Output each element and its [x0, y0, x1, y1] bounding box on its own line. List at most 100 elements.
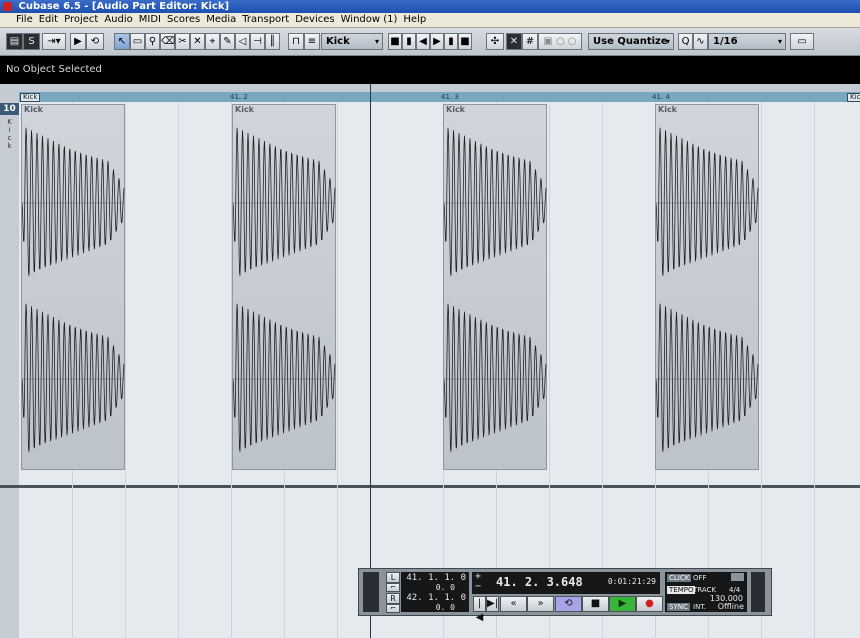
timestretch-tool-icon[interactable]: ║	[265, 33, 280, 50]
track-name-vertical: Kick	[7, 118, 12, 150]
cubase-app-icon	[3, 2, 12, 11]
event-name: Kick	[658, 105, 678, 114]
range-tool-icon[interactable]: ▭	[130, 33, 145, 50]
event-name: Kick	[446, 105, 466, 114]
autoscroll-icon[interactable]: ⇥▾	[42, 33, 66, 50]
punch-in-icon[interactable]: ⌐	[386, 583, 400, 592]
waveform	[444, 127, 547, 452]
record-button[interactable]: ●	[636, 596, 663, 612]
fast-forward-button[interactable]: »	[527, 596, 554, 612]
nudge-left-icon[interactable]: ◀	[416, 33, 430, 50]
event-name: Kick	[24, 105, 44, 114]
play-button[interactable]: ▶	[609, 596, 636, 612]
ruler-label: 41. 3	[441, 93, 459, 101]
snap-zero-icon[interactable]: ✣	[486, 33, 504, 50]
time-warp-tool-icon[interactable]: ⌖	[205, 33, 220, 50]
mute-tool-icon[interactable]: ✕	[190, 33, 205, 50]
menu-midi[interactable]: MIDI	[136, 13, 164, 27]
nudge-minus-icon[interactable]: −	[475, 581, 481, 592]
right-locator-button[interactable]: R	[386, 593, 400, 604]
ruler-label: 41. 4	[652, 93, 670, 101]
grid-line	[602, 102, 603, 638]
menu-devices[interactable]: Devices	[292, 13, 337, 27]
snap-toggle-icon[interactable]: ✕	[506, 33, 522, 50]
part-borders-icon[interactable]: ⊓	[288, 33, 304, 50]
window-title: Cubase 6.5 - [Audio Part Editor: Kick]	[18, 1, 230, 12]
window-layout-icon[interactable]: ▭	[790, 33, 814, 50]
waveform	[233, 127, 336, 452]
click-button[interactable]: CLICK	[667, 574, 692, 582]
click-state: OFF	[693, 574, 707, 582]
ruler[interactable]: Kick 41. 2 41. 3 41. 4 Kick	[19, 92, 860, 102]
draw-tool-icon[interactable]: ✎	[220, 33, 235, 50]
snap-type-icon[interactable]: ▣ ○ ○	[538, 33, 582, 50]
zoom-tool-icon[interactable]: ⚲	[145, 33, 160, 50]
click-settings-icon[interactable]	[731, 573, 744, 581]
audio-event[interactable]: Kick	[443, 104, 547, 470]
loop-icon[interactable]: ⟲	[86, 33, 104, 50]
quantize-icon[interactable]: Q	[678, 33, 693, 50]
cycle-button[interactable]: ⟲	[555, 596, 582, 612]
menu-bar: File Edit Project Audio MIDI Scores Media Trans…	[0, 13, 860, 28]
title-bar: Cubase 6.5 - [Audio Part Editor: Kick]	[0, 0, 860, 13]
inspector-toggle-icon[interactable]: ▤	[6, 33, 23, 50]
iterative-quantize-icon[interactable]: ∿	[693, 33, 708, 50]
left-locator-button[interactable]: L	[386, 572, 400, 583]
menu-audio[interactable]: Audio	[101, 13, 135, 27]
ruler-start-flag[interactable]: Kick	[20, 93, 41, 102]
transport-left-handle[interactable]	[363, 572, 379, 612]
menu-scores[interactable]: Scores	[164, 13, 203, 27]
stop-button[interactable]: ■	[582, 596, 609, 612]
erase-tool-icon[interactable]: ⌫	[160, 33, 175, 50]
locator-display[interactable]: 41. 1. 1. 0 0. 0 42. 1. 1. 0 0. 0	[401, 572, 469, 612]
click-tempo-sync-panel: CLICK OFF TEMPO TRACK 4/4 130.000 SYNC I…	[665, 572, 747, 612]
track-side-strip: 10 Kick	[0, 92, 20, 638]
object-select-tool-icon[interactable]: ↖	[114, 33, 130, 50]
quantize-preset-dropdown[interactable]: Use Quantize ▾	[588, 33, 674, 50]
menu-media[interactable]: Media	[203, 13, 239, 27]
menu-project[interactable]: Project	[61, 13, 101, 27]
scrub-tool-icon[interactable]: ◁	[235, 33, 250, 50]
nudge-right-icon[interactable]: ▶	[430, 33, 444, 50]
project-cursor[interactable]	[370, 84, 371, 638]
position-display[interactable]: + − 41. 2. 3.648 0:01:21:29	[472, 571, 660, 594]
tempo-button[interactable]: TEMPO	[667, 586, 696, 594]
transport-panel: L ⌐ R ⌐ 41. 1. 1. 0 0. 0 42. 1. 1. 0 0. …	[358, 568, 772, 623]
menu-help[interactable]: Help	[400, 13, 429, 27]
locate-last-icon[interactable]: ■	[458, 33, 472, 50]
next-part-icon[interactable]: ▮	[444, 33, 458, 50]
menu-edit[interactable]: Edit	[36, 13, 61, 27]
info-line-text: No Object Selected	[6, 64, 102, 75]
locate-first-icon[interactable]: ■	[388, 33, 402, 50]
menu-transport[interactable]: Transport	[239, 13, 292, 27]
sync-status: Offline	[717, 602, 744, 611]
audio-event[interactable]: Kick	[21, 104, 125, 470]
grid-icon[interactable]: #	[522, 33, 538, 50]
audio-event[interactable]: Kick	[655, 104, 759, 470]
quantize-value-dropdown[interactable]: 1/16 ▾	[708, 33, 786, 50]
go-to-start-icon[interactable]: |◀	[473, 596, 486, 623]
secondary-time-display: 0:01:21:29	[607, 577, 656, 586]
left-locator-sub: 0. 0	[435, 583, 455, 592]
audio-event[interactable]: Kick	[232, 104, 336, 470]
prev-part-icon[interactable]: ▮	[402, 33, 416, 50]
track-number: 10	[0, 103, 19, 115]
hitpoint-tool-icon[interactable]: ⊣	[250, 33, 265, 50]
punch-out-icon[interactable]: ⌐	[386, 604, 400, 613]
right-locator-time: 42. 1. 1. 0	[406, 593, 466, 603]
go-to-end-icon[interactable]: ▶|	[486, 596, 499, 612]
edit-active-part-icon[interactable]: ≡	[304, 33, 320, 50]
part-list-dropdown[interactable]: Kick ▾	[321, 33, 383, 50]
ruler-gap	[0, 84, 860, 92]
rewind-button[interactable]: «	[500, 596, 527, 612]
ruler-end-flag[interactable]: Kick	[847, 93, 860, 102]
menu-window[interactable]: Window (1)	[338, 13, 401, 27]
left-locator-time: 41. 1. 1. 0	[406, 573, 466, 583]
solo-editor-icon[interactable]: S	[23, 33, 40, 50]
play-icon[interactable]: ▶	[70, 33, 86, 50]
split-tool-icon[interactable]: ✂	[175, 33, 190, 50]
menu-file[interactable]: File	[0, 13, 36, 27]
sync-button[interactable]: SYNC	[667, 603, 690, 611]
transport-right-handle[interactable]	[751, 572, 765, 612]
grid-line	[178, 102, 179, 638]
